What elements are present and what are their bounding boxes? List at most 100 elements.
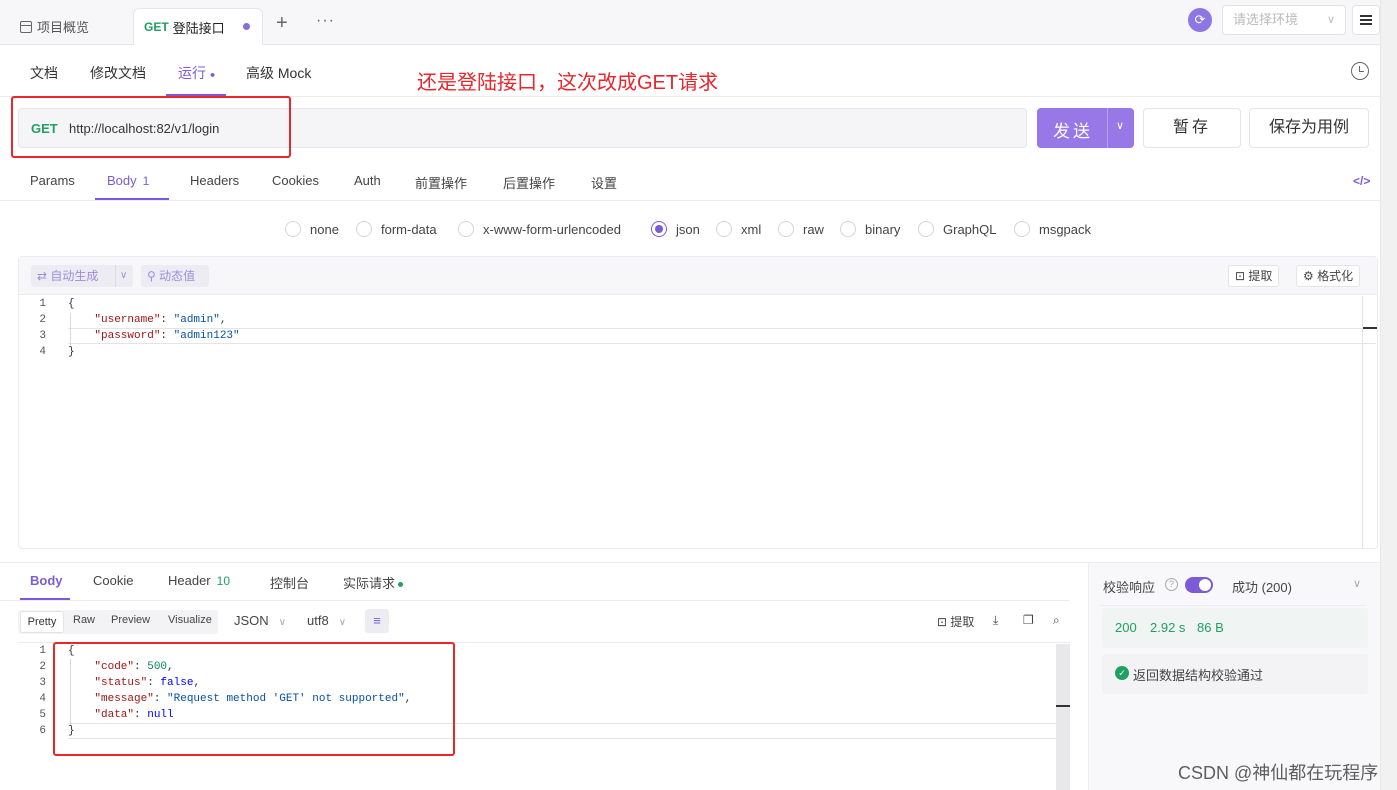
stash-button[interactable]: 暂存 [1143,108,1241,148]
radio-json[interactable]: json [651,220,700,238]
validate-status-select[interactable]: 成功 (200) [1232,577,1292,596]
radio-json-label: json [676,221,700,237]
history-icon[interactable] [1351,62,1369,80]
auto-generate-label: 自动生成 [50,269,99,283]
line-number: 1 [39,645,46,657]
subtab-docs[interactable]: 文档 [30,63,58,83]
tab-project-overview[interactable]: 项目概览 [20,8,89,45]
tab-pre-ops[interactable]: 前置操作 [415,173,467,192]
wrap-lines-icon[interactable]: ≡ [365,609,389,633]
tab-login-api[interactable]: GET 登陆接口 [133,8,263,45]
response-extract-button[interactable]: ⊡ 提取 [937,613,974,630]
status-dot-icon [398,582,404,588]
help-icon[interactable]: ? [1165,578,1178,591]
json-value: "admin" [173,314,220,326]
divider [0,200,1380,201]
radio-graphql-label: GraphQL [943,221,997,237]
status-code: 200 [1115,620,1137,635]
view-pretty[interactable]: Pretty [20,611,64,633]
code-line: } [68,346,75,358]
radio-circle-icon [651,221,667,237]
tab-cookies[interactable]: Cookies [272,173,319,188]
response-format-value: JSON [234,613,269,628]
extract-button[interactable]: ⊡ 提取 [1228,265,1280,287]
chevron-down-icon[interactable]: ∨ [1353,577,1361,590]
annotation-highlight-box [11,96,291,158]
radio-urlencoded[interactable]: x-www-form-urlencoded [458,220,621,238]
line-number: 4 [39,346,46,358]
environment-sync-icon[interactable]: ⟳ [1188,8,1212,32]
download-icon[interactable]: ⤓ [993,613,998,628]
divider [1100,605,1366,606]
menu-icon-bar [1360,19,1372,21]
menu-button[interactable] [1352,5,1380,35]
response-encoding-select[interactable]: utf8 ∨ [307,613,346,628]
subtab-advanced-mock[interactable]: 高级 Mock [246,63,311,83]
response-format-select[interactable]: JSON ∨ [234,613,286,628]
line-number: 3 [39,330,46,342]
radio-binary[interactable]: binary [840,220,900,238]
extract-label: 提取 [1248,269,1273,283]
validate-response-toggle[interactable] [1185,577,1213,593]
response-tab-body[interactable]: Body [30,573,63,588]
tab-method-badge: GET [144,20,169,34]
save-as-case-button[interactable]: 保存为用例 [1249,108,1369,148]
dynamic-value-button[interactable]: ⚲ 动态值 [141,265,209,287]
line-number: 2 [39,661,46,673]
tab-login-api-label: 登陆接口 [172,20,225,36]
response-tab-real-request[interactable]: 实际请求 [343,573,404,592]
scrollbar-marker [1363,327,1377,329]
tab-body[interactable]: Body 1 [107,173,149,188]
format-button[interactable]: ⚙ 格式化 [1296,265,1361,287]
environment-select[interactable]: 请选择环境 ∨ [1222,5,1346,35]
add-tab-button[interactable]: + [276,12,288,35]
subtab-run[interactable]: 运行 ● [178,63,215,83]
chevron-down-icon: ∨ [1326,14,1335,26]
json-value: "admin123" [173,330,240,342]
line-number: 1 [39,298,46,310]
copy-icon[interactable]: ❐ [1023,613,1034,627]
line-number: 4 [39,693,46,705]
auto-generate-button[interactable]: ⇄ 自动生成 ∨ [31,265,133,287]
schema-check-text: 返回数据结构校验通过 [1133,668,1264,683]
subtab-edit-docs[interactable]: 修改文档 [90,63,146,83]
radio-none[interactable]: none [285,220,339,238]
tab-body-count: 1 [142,174,150,188]
tab-post-ops[interactable]: 后置操作 [503,173,555,192]
radio-msgpack[interactable]: msgpack [1014,220,1091,238]
response-size: 86 B [1197,620,1224,635]
tab-project-overview-label: 项目概览 [37,20,90,35]
annotation-note: 还是登陆接口，这次改成GET请求 [417,72,719,94]
code-view-icon[interactable]: </> [1353,174,1370,188]
response-tab-console[interactable]: 控制台 [270,573,309,592]
view-preview[interactable]: Preview [111,614,150,626]
more-tabs-button[interactable]: ··· [316,12,335,30]
radio-form-data[interactable]: form-data [356,220,437,238]
radio-raw[interactable]: raw [778,220,824,238]
subtab-run-dot-icon: ● [209,69,216,80]
dynamic-value-label: 动态值 [159,269,196,283]
unsaved-dot-icon [243,23,250,30]
auto-generate-icon: ⇄ [37,269,48,283]
tab-settings[interactable]: 设置 [591,173,617,192]
radio-xml[interactable]: xml [716,220,761,238]
chevron-down-icon[interactable]: ∨ [115,265,127,287]
environment-placeholder: 请选择环境 [1233,12,1299,27]
tab-headers[interactable]: Headers [190,173,239,188]
chevron-down-icon: ∨ [338,617,347,628]
scrollbar[interactable] [1056,644,1070,790]
tab-params[interactable]: Params [30,173,75,188]
send-button[interactable]: 发送 ∨ [1037,108,1134,148]
response-tab-header[interactable]: Header 10 [168,573,230,588]
watermark: CSDN @神仙都在玩程序 [1178,763,1379,783]
response-tab-cookie[interactable]: Cookie [93,573,133,588]
view-raw[interactable]: Raw [73,614,95,626]
radio-graphql[interactable]: GraphQL [918,220,996,238]
tab-auth[interactable]: Auth [354,173,381,188]
chevron-down-icon[interactable]: ∨ [1116,119,1124,132]
view-visualize[interactable]: Visualize [168,614,212,626]
search-icon[interactable]: ⌕ [1053,613,1060,628]
code-line: "password": "admin123" [94,330,240,342]
request-body-editor[interactable] [18,256,1378,549]
scrollbar[interactable] [1362,296,1363,548]
